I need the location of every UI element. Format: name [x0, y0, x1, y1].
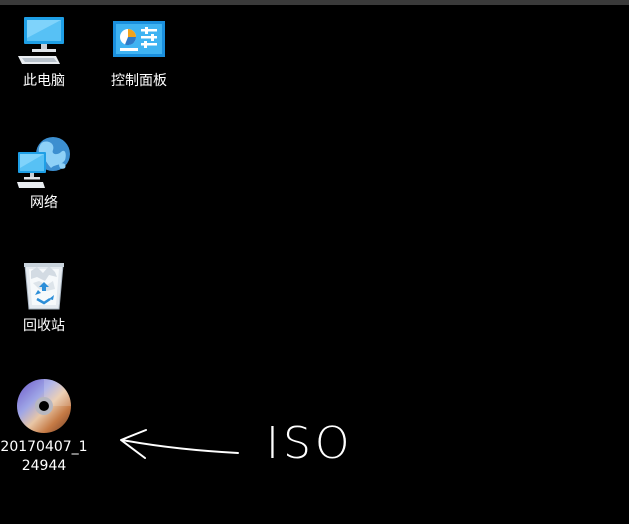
desktop-icon-control-panel[interactable]: 控制面板 [94, 10, 184, 91]
icon-label: 网络 [30, 195, 58, 211]
icon-label: 20170407_124944 [0, 439, 88, 474]
icon-label: 回收站 [23, 318, 65, 334]
desktop-icon-disc-image[interactable]: 20170407_124944 [0, 376, 89, 476]
control-panel-icon [94, 10, 184, 70]
desktop-icon-network[interactable]: 网络 [0, 132, 89, 213]
annotation-text: ISO [266, 418, 354, 469]
icon-label: 控制面板 [111, 73, 167, 89]
this-pc-icon [0, 10, 89, 70]
network-icon [0, 132, 89, 192]
icon-label: 此电脑 [23, 73, 65, 89]
left-arrow [120, 429, 239, 459]
recycle-bin-icon [0, 255, 89, 315]
desktop[interactable]: 此电脑 控制面板 网络 回收站 20170407_124944 ISO [0, 0, 629, 524]
window-top-edge [0, 0, 629, 5]
desktop-icon-recycle-bin[interactable]: 回收站 [0, 255, 89, 336]
disc-image-icon [0, 376, 89, 436]
desktop-icon-this-pc[interactable]: 此电脑 [0, 10, 89, 91]
